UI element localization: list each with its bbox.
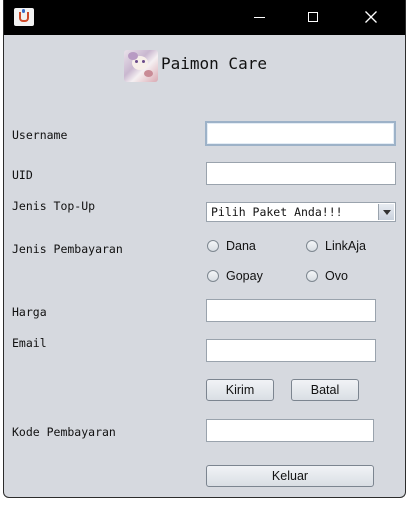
chevron-down-icon[interactable] <box>378 204 394 220</box>
paimon-logo-icon <box>124 50 158 82</box>
java-icon <box>14 8 34 26</box>
price-input[interactable] <box>206 299 376 322</box>
topup-selected-value: Pilih Paket Anda!!! <box>211 205 343 219</box>
minimize-button[interactable] <box>236 0 282 35</box>
uid-input[interactable] <box>206 162 396 185</box>
uid-label: UID <box>12 168 33 182</box>
maximize-icon <box>308 12 318 22</box>
payment-label: Jenis Pembayaran <box>12 242 123 256</box>
app-window: Paimon Care Username UID Jenis Top-Up Pi… <box>3 0 406 498</box>
topup-select[interactable]: Pilih Paket Anda!!! <box>206 202 396 222</box>
cancel-button[interactable]: Batal <box>291 379 359 401</box>
radio-icon[interactable] <box>207 270 219 282</box>
exit-button[interactable]: Keluar <box>206 465 374 487</box>
close-button[interactable] <box>348 0 394 35</box>
title-bar <box>4 0 405 35</box>
radio-icon[interactable] <box>306 270 318 282</box>
email-label: Email <box>12 336 47 350</box>
email-input[interactable] <box>206 339 376 362</box>
app-title: Paimon Care <box>161 54 267 73</box>
close-icon <box>365 11 377 23</box>
username-label: Username <box>12 128 68 142</box>
price-label: Harga <box>12 305 47 319</box>
username-input[interactable] <box>205 121 396 146</box>
maximize-button[interactable] <box>291 0 337 35</box>
topup-label: Jenis Top-Up <box>12 199 96 213</box>
payment-code-input[interactable] <box>206 419 374 442</box>
radio-icon[interactable] <box>306 240 318 252</box>
submit-button[interactable]: Kirim <box>206 379 274 401</box>
payment-code-label: Kode Pembayaran <box>12 425 116 439</box>
minimize-icon <box>254 17 265 18</box>
radio-icon[interactable] <box>207 240 219 252</box>
